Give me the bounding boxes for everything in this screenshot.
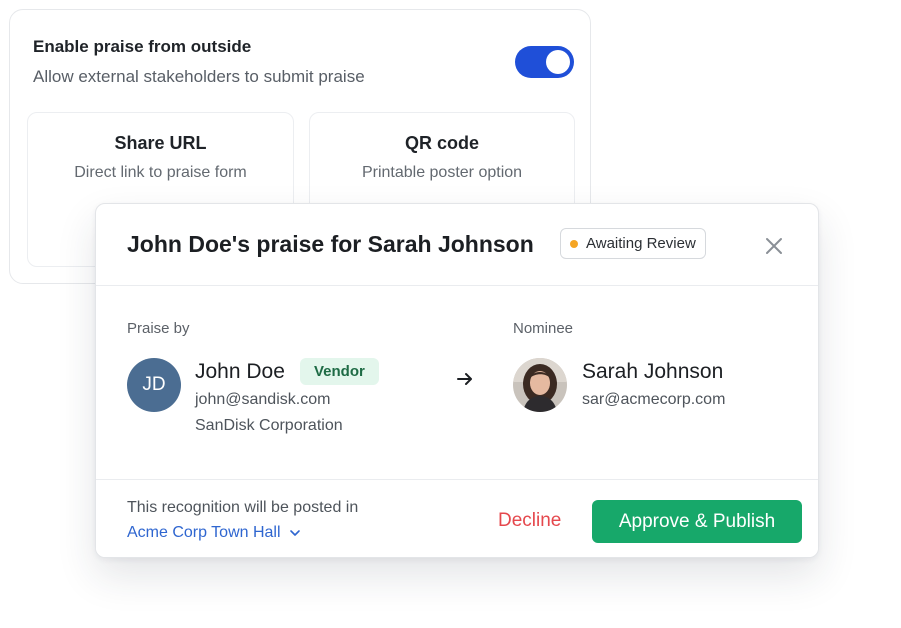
modal-header: John Doe's praise for Sarah Johnson Awai… xyxy=(96,204,818,286)
nominee-label: Nominee xyxy=(513,320,574,337)
praiser-company: SanDisk Corporation xyxy=(195,417,343,434)
modal-title: John Doe's praise for Sarah Johnson xyxy=(127,231,534,257)
praise-by-label: Praise by xyxy=(127,320,190,337)
modal-footer: This recognition will be posted in Acme … xyxy=(96,479,818,557)
status-dot-icon xyxy=(570,239,578,248)
share-url-title: Share URL xyxy=(114,133,207,153)
qr-code-subtitle: Printable poster option xyxy=(361,164,523,181)
status-badge: Awaiting Review xyxy=(560,228,706,259)
nominee-name: Sarah Johnson xyxy=(582,360,724,383)
avatar: JD xyxy=(127,358,181,412)
nominee-photo xyxy=(513,358,567,412)
share-url-subtitle: Direct link to praise form xyxy=(74,164,247,181)
status-label: Awaiting Review xyxy=(586,235,696,252)
channel-selector[interactable]: Acme Corp Town Hall xyxy=(127,524,301,542)
praise-review-modal: John Doe's praise for Sarah Johnson Awai… xyxy=(95,203,819,558)
chevron-down-icon xyxy=(289,530,300,536)
toggle-knob xyxy=(546,50,570,74)
enable-praise-toggle[interactable] xyxy=(515,46,574,78)
vendor-badge: Vendor xyxy=(300,358,379,385)
nominee-avatar xyxy=(513,358,567,412)
praiser-name: John Doe xyxy=(195,360,285,383)
settings-title: Enable praise from outside xyxy=(33,37,252,56)
approve-publish-button[interactable]: Approve & Publish xyxy=(592,500,802,543)
qr-code-title: QR code xyxy=(404,133,479,153)
channel-name: Acme Corp Town Hall xyxy=(127,524,281,541)
avatar-initials: JD xyxy=(142,374,166,395)
nominee-email: sar@acmecorp.com xyxy=(582,391,726,408)
praiser-email: john@sandisk.com xyxy=(195,391,331,408)
close-icon[interactable] xyxy=(764,236,784,256)
decline-button[interactable]: Decline xyxy=(490,501,569,541)
settings-subtitle: Allow external stakeholders to submit pr… xyxy=(33,67,365,86)
posting-note: This recognition will be posted in xyxy=(127,499,359,516)
arrow-right-icon xyxy=(457,373,472,385)
